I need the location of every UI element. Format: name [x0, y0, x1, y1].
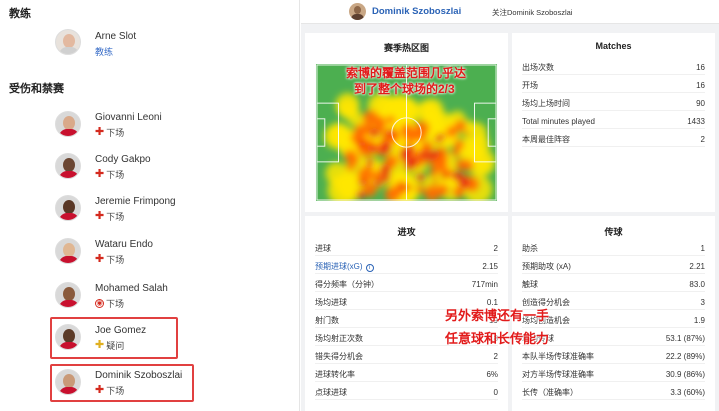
stat-row: 进球转化率 6%	[315, 368, 498, 382]
player-header: Dominik Szoboszlai 关注Dominik Szoboszlai	[301, 0, 719, 24]
player-avatar	[55, 153, 81, 179]
injury-cross-icon: ✚	[95, 126, 105, 138]
stat-row: 本周最佳阵容 2	[522, 133, 705, 147]
player-avatar	[55, 282, 81, 308]
stat-row: 进球 2	[315, 242, 498, 256]
coach-item[interactable]: Arne Slot 教练	[55, 27, 285, 63]
lineup-panel: 教练 Arne Slot 教练 受伤和禁赛 Giovanni Leoni ✚ 下场…	[0, 0, 300, 411]
injury-cross-icon: ✚	[95, 253, 105, 265]
stat-row: 错失得分机会 2	[315, 350, 498, 364]
stat-row: 开场 16	[522, 79, 705, 93]
attack-title: 进攻	[397, 227, 416, 237]
stat-row: 出场次数 16	[522, 61, 705, 75]
player-item-gakpo[interactable]: Cody Gakpo ✚ 下场	[55, 151, 285, 187]
coach-role: 教练	[95, 47, 114, 57]
heatmap-card: 赛季热区图	[305, 33, 508, 212]
player-name: Giovanni Leoni	[95, 112, 162, 123]
international-duty-icon: ◉	[95, 299, 104, 308]
highlight-box-szoboszlai	[50, 364, 194, 402]
stat-row: 触球 83.0	[522, 278, 705, 292]
player-item-frimpong[interactable]: Jeremie Frimpong ✚ 下场	[55, 193, 285, 229]
stat-row: 创造得分机会 3	[522, 296, 705, 310]
stat-row: 场均上场时间 90	[522, 97, 705, 111]
stat-row: 场均创造机会 1.9	[522, 314, 705, 328]
player-item-leoni[interactable]: Giovanni Leoni ✚ 下场	[55, 109, 285, 145]
stat-row: 对方半场传球准确率 30.9 (86%)	[522, 368, 705, 382]
injury-cross-icon: ✚	[95, 168, 105, 180]
stat-row: Total minutes played 1433	[522, 115, 705, 129]
stat-row: 本队半场传球准确率 22.2 (89%)	[522, 350, 705, 364]
player-status: ✚ 下场	[95, 210, 125, 223]
player-item-endo[interactable]: Wataru Endo ✚ 下场	[55, 236, 285, 272]
passing-annotation-line1: 另外索博还有一手	[445, 308, 550, 323]
matches-card: Matches 出场次数 16 开场 16 场均上场时间 90 Total minut…	[512, 33, 715, 212]
player-status: ✚ 下场	[95, 168, 125, 181]
stat-row: 场均传球 53.1 (87%)	[522, 332, 705, 346]
coach-name: Arne Slot	[95, 31, 137, 42]
heatmap-title: 赛季热区图	[383, 43, 429, 53]
matches-title: Matches	[595, 41, 632, 51]
player-header-avatar	[349, 3, 366, 20]
player-name: Wataru Endo	[95, 239, 153, 250]
heatmap-annotation-line1: 索博的覆盖范围几乎达	[346, 66, 467, 80]
info-icon[interactable]: i	[365, 264, 374, 272]
player-name: Jeremie Frimpong	[95, 196, 176, 207]
player-status: ◉ 下场	[95, 299, 125, 309]
passing-title: 传球	[604, 227, 623, 237]
follow-player-link[interactable]: 关注Dominik Szoboszlai	[492, 7, 572, 18]
stat-row: 得分频率（分钟） 717min	[315, 278, 498, 292]
player-avatar	[55, 111, 81, 137]
stat-row: 预期助攻 (xA) 2.21	[522, 260, 705, 274]
injury-cross-icon: ✚	[95, 210, 105, 222]
player-status: ✚ 下场	[95, 126, 125, 139]
injury-section-title: 受伤和禁赛	[9, 83, 64, 95]
player-avatar	[55, 195, 81, 221]
stat-row: 长传（准确率） 3.3 (60%)	[522, 386, 705, 400]
heatmap-annotation-line2: 到了整个球场的2/3	[354, 82, 455, 96]
player-header-name[interactable]: Dominik Szoboszlai	[372, 6, 461, 17]
coach-section-title: 教练	[9, 8, 31, 20]
player-stats-panel: Dominik Szoboszlai 关注Dominik Szoboszlai …	[301, 0, 719, 411]
player-status: ✚ 下场	[95, 253, 125, 266]
player-name: Mohamed Salah	[95, 283, 168, 294]
stat-row-xg[interactable]: 预期进球(xG) i 2.15	[315, 260, 498, 274]
coach-avatar	[55, 29, 81, 55]
player-item-salah[interactable]: Mohamed Salah ◉ 下场	[55, 280, 285, 316]
stat-row: 助杀 1	[522, 242, 705, 256]
player-name: Cody Gakpo	[95, 154, 151, 165]
stat-row: 点球进球 0	[315, 386, 498, 400]
passing-annotation-line2: 任意球和长传能力	[445, 331, 550, 346]
player-avatar	[55, 238, 81, 264]
highlight-box-gomez	[50, 317, 178, 359]
